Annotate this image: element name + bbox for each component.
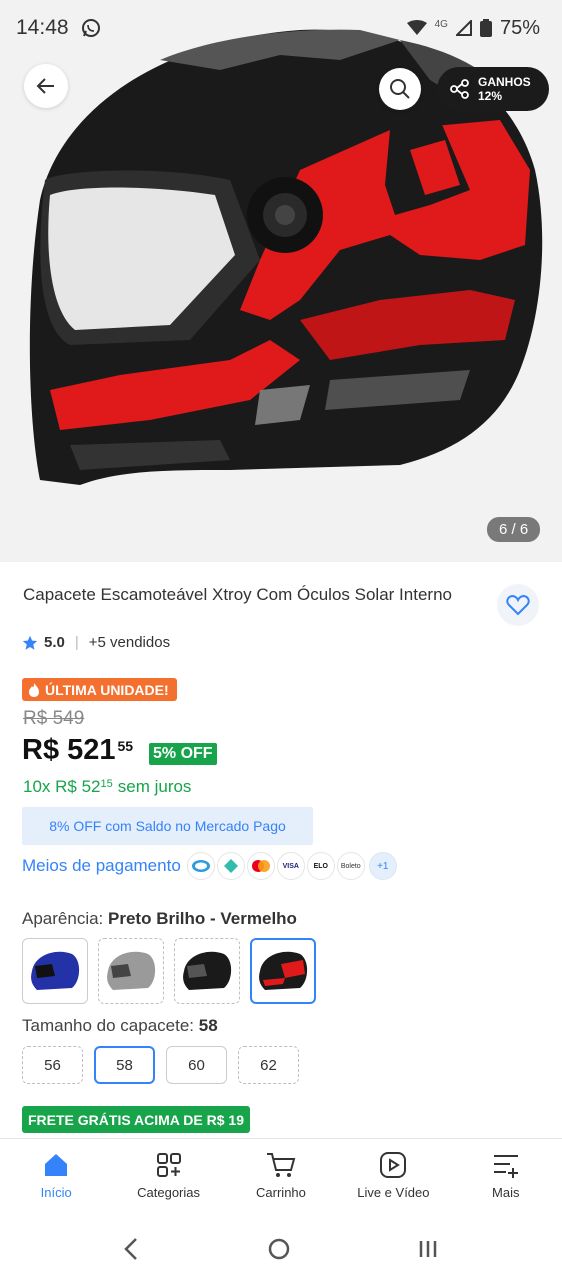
nav-label: Carrinho	[256, 1185, 306, 1200]
old-price: R$ 549	[23, 708, 85, 729]
size-title: Tamanho do capacete:	[22, 1016, 195, 1035]
size-option-62[interactable]: 62	[238, 1046, 299, 1084]
swatch-gray[interactable]	[98, 938, 164, 1004]
status-time: 14:48	[16, 16, 69, 39]
image-counter: 6 / 6	[487, 517, 541, 542]
price-cents: 55	[117, 738, 134, 754]
appearance-title: Aparência:	[22, 909, 104, 928]
payment-methods-link[interactable]: Meios de pagamento	[22, 856, 181, 876]
signal-icon	[455, 20, 472, 36]
payment-more-badge[interactable]: +1	[368, 852, 397, 880]
appearance-swatches	[22, 938, 316, 1004]
boleto-icon: Boleto	[336, 852, 365, 880]
nav-label: Categorias	[137, 1185, 201, 1200]
star-icon	[22, 635, 38, 650]
status-bar: 14:48 4G 75%	[0, 0, 562, 56]
helmet-thumbnail-icon	[107, 951, 156, 990]
price-main: R$ 521	[22, 734, 116, 766]
appearance-label: Aparência: Preto Brilho - Vermelho	[22, 909, 297, 929]
nav-mais[interactable]: Mais	[450, 1151, 562, 1200]
mercado-pago-icon	[186, 852, 215, 880]
size-options: 56 58 60 62	[22, 1046, 299, 1084]
sold-count: +5 vendidos	[88, 634, 171, 651]
whatsapp-icon	[81, 19, 100, 37]
categories-icon	[156, 1153, 181, 1177]
size-option-56[interactable]: 56	[22, 1046, 83, 1084]
helmet-thumbnail-icon	[259, 951, 308, 990]
share-ganhos-button[interactable]: GANHOS 12%	[437, 67, 549, 111]
cart-icon	[266, 1153, 296, 1177]
rating-score: 5.0	[44, 634, 65, 651]
installment-info: 10x R$ 52 15 sem juros	[23, 777, 191, 797]
fire-icon	[29, 682, 39, 697]
share-icon	[450, 79, 469, 99]
payment-methods-row[interactable]: Meios de pagamento VISA ELO Boleto +1	[22, 852, 397, 880]
size-selected: 58	[198, 1016, 218, 1035]
installment-cents: 15	[100, 778, 113, 790]
menu-plus-icon	[493, 1155, 518, 1178]
current-price: R$ 521 55	[22, 734, 133, 767]
rating-separator: |	[74, 634, 79, 651]
system-recents-icon[interactable]	[416, 1237, 440, 1261]
system-home-icon[interactable]	[267, 1237, 291, 1261]
pix-icon	[216, 852, 245, 880]
nav-live-video[interactable]: Live e Vídeo	[337, 1151, 449, 1200]
nav-label: Mais	[492, 1185, 520, 1200]
size-option-60[interactable]: 60	[166, 1046, 227, 1084]
helmet-thumbnail-icon	[31, 951, 80, 990]
search-icon	[390, 79, 410, 99]
bottom-navigation: Início Categorias Carrinho Live e Vídeo …	[0, 1138, 562, 1218]
swatch-black[interactable]	[174, 938, 240, 1004]
system-back-icon[interactable]	[122, 1237, 142, 1261]
saldo-discount-banner[interactable]: 8% OFF com Saldo no Mercado Pago	[22, 807, 313, 845]
appearance-selected: Preto Brilho - Vermelho	[108, 909, 297, 928]
system-navigation	[0, 1218, 562, 1280]
size-label: Tamanho do capacete: 58	[22, 1016, 218, 1036]
swatch-black-red[interactable]	[250, 938, 316, 1004]
rating-row[interactable]: 5.0 | +5 vendidos	[22, 634, 170, 651]
play-icon	[380, 1152, 407, 1178]
search-button[interactable]	[379, 68, 421, 110]
visa-icon: VISA	[276, 852, 305, 880]
network-type: 4G	[434, 18, 448, 30]
nav-label: Início	[40, 1185, 72, 1200]
size-option-58[interactable]: 58	[94, 1046, 155, 1084]
elo-icon: ELO	[306, 852, 335, 880]
arrow-left-icon	[36, 78, 54, 94]
swatch-blue[interactable]	[22, 938, 88, 1004]
home-icon	[45, 1154, 68, 1176]
free-shipping-badge: FRETE GRÁTIS ACIMA DE R$ 19	[22, 1106, 250, 1133]
nav-inicio[interactable]: Início	[0, 1151, 112, 1200]
helmet-thumbnail-icon	[183, 951, 232, 990]
ganhos-label: GANHOS	[478, 75, 531, 89]
last-unit-text: ÚLTIMA UNIDADE!	[45, 681, 169, 698]
mastercard-icon	[246, 852, 275, 880]
battery-icon	[479, 19, 492, 37]
favorite-button[interactable]	[497, 584, 539, 626]
heart-icon	[506, 594, 530, 616]
nav-carrinho[interactable]: Carrinho	[225, 1151, 337, 1200]
battery-level: 75%	[499, 16, 540, 39]
installment-suffix: sem juros	[117, 777, 192, 796]
wifi-icon	[406, 20, 427, 35]
ganhos-value: 12%	[478, 89, 503, 103]
discount-badge: 5% OFF	[149, 743, 217, 765]
nav-categorias[interactable]: Categorias	[113, 1151, 225, 1200]
last-unit-badge: ÚLTIMA UNIDADE!	[22, 678, 177, 701]
installment-main: 10x R$ 52	[23, 777, 101, 796]
product-title: Capacete Escamoteável Xtroy Com Óculos S…	[23, 585, 452, 604]
nav-label: Live e Vídeo	[357, 1185, 430, 1200]
back-button[interactable]	[24, 64, 68, 108]
